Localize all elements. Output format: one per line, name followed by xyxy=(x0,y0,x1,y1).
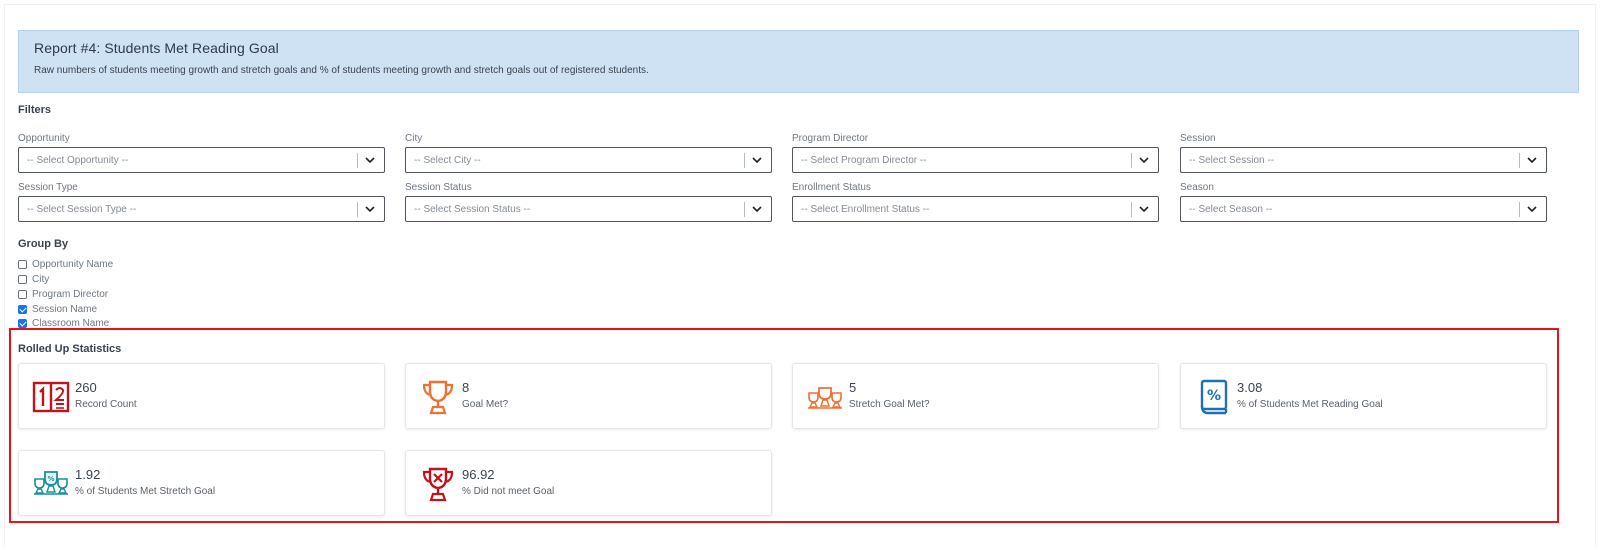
program-director-label: Program Director xyxy=(792,133,869,144)
stat-value: 96.92 xyxy=(462,467,495,482)
chevron-down-icon[interactable] xyxy=(751,202,763,216)
checkbox[interactable] xyxy=(18,259,27,269)
stat-card-did-not-meet-goal: 96.92 % Did not meet Goal xyxy=(405,450,772,516)
stat-label: % Did not meet Goal xyxy=(462,486,555,497)
select-separator xyxy=(744,153,745,168)
group-by-label: Opportunity Name xyxy=(32,258,114,270)
stat-card-record-count: 260 Record Count xyxy=(18,363,385,429)
season-placeholder: -- Select Season -- xyxy=(1189,204,1273,215)
chevron-down-icon[interactable] xyxy=(751,153,763,167)
checkbox-checked[interactable] xyxy=(18,304,27,314)
session-type-placeholder: -- Select Session Type -- xyxy=(27,204,137,215)
group-by-program-director[interactable]: Program Director xyxy=(18,287,108,301)
stat-label: % of Students Met Reading Goal xyxy=(1237,399,1383,410)
svg-text:%: % xyxy=(47,475,54,483)
stat-label: Record Count xyxy=(75,399,137,410)
session-status-select[interactable]: -- Select Session Status -- xyxy=(405,196,772,222)
group-by-label: City xyxy=(32,273,50,285)
chevron-down-icon[interactable] xyxy=(364,202,376,216)
stat-card-percent-stretch-goal: % 1.92 % of Students Met Stretch Goal xyxy=(18,450,385,516)
stat-card-percent-reading-goal: % 3.08 % of Students Met Reading Goal xyxy=(1180,363,1547,429)
session-select[interactable]: -- Select Session -- xyxy=(1180,147,1547,173)
group-by-heading: Group By xyxy=(18,238,69,250)
stat-label: Goal Met? xyxy=(462,399,509,410)
chevron-down-icon[interactable] xyxy=(364,153,376,167)
select-separator xyxy=(744,202,745,217)
city-label: City xyxy=(405,133,423,144)
percent-trophies-icon: % xyxy=(34,471,68,495)
select-separator xyxy=(357,202,358,217)
trophies-icon xyxy=(808,387,842,409)
group-by-opportunity-name[interactable]: Opportunity Name xyxy=(18,257,113,271)
stat-label: % of Students Met Stretch Goal xyxy=(75,486,216,497)
report-header: Report #4: Students Met Reading Goal Raw… xyxy=(18,30,1579,93)
stat-label: Stretch Goal Met? xyxy=(849,399,930,410)
select-separator xyxy=(357,153,358,168)
group-by-label: Program Director xyxy=(32,288,109,300)
group-by-label: Session Name xyxy=(32,303,98,315)
group-by-label: Classroom Name xyxy=(32,317,110,329)
filters-heading: Filters xyxy=(18,104,52,116)
program-director-placeholder: -- Select Program Director -- xyxy=(801,155,927,166)
number-icon xyxy=(32,381,70,413)
stat-card-stretch-goal-met: 5 Stretch Goal Met? xyxy=(792,363,1159,429)
stat-value: 1.92 xyxy=(75,467,101,482)
chevron-down-icon[interactable] xyxy=(1138,153,1150,167)
stat-value: 8 xyxy=(462,380,470,395)
trophy-icon xyxy=(422,380,454,415)
session-status-placeholder: -- Select Session Status -- xyxy=(414,204,531,215)
chevron-down-icon[interactable] xyxy=(1526,153,1538,167)
city-select[interactable]: -- Select City -- xyxy=(405,147,772,173)
session-label: Session xyxy=(1180,133,1216,144)
report-title: Report #4: Students Met Reading Goal xyxy=(34,40,279,56)
select-separator xyxy=(1131,153,1132,168)
stat-value: 260 xyxy=(75,380,97,395)
stat-value: 3.08 xyxy=(1237,380,1263,395)
enrollment-status-label: Enrollment Status xyxy=(792,182,871,193)
select-separator xyxy=(1131,202,1132,217)
checkbox[interactable] xyxy=(18,289,27,299)
program-director-select[interactable]: -- Select Program Director -- xyxy=(792,147,1159,173)
session-placeholder: -- Select Session -- xyxy=(1189,155,1275,166)
stat-card-goal-met: 8 Goal Met? xyxy=(405,363,772,429)
season-label: Season xyxy=(1180,182,1214,193)
svg-text:%: % xyxy=(1207,388,1221,404)
group-by-session-name[interactable]: Session Name xyxy=(18,302,97,316)
percent-book-icon: % xyxy=(1200,379,1228,415)
session-type-label: Session Type xyxy=(18,182,78,193)
select-separator xyxy=(1519,153,1520,168)
season-select[interactable]: -- Select Season -- xyxy=(1180,196,1547,222)
enrollment-status-placeholder: -- Select Enrollment Status -- xyxy=(801,204,930,215)
select-separator xyxy=(1519,202,1520,217)
opportunity-placeholder: -- Select Opportunity -- xyxy=(27,155,129,166)
chevron-down-icon[interactable] xyxy=(1138,202,1150,216)
stats-heading: Rolled Up Statistics xyxy=(18,343,122,355)
stat-value: 5 xyxy=(849,380,857,395)
checkbox[interactable] xyxy=(18,274,27,284)
enrollment-status-select[interactable]: -- Select Enrollment Status -- xyxy=(792,196,1159,222)
checkbox-checked[interactable] xyxy=(18,318,27,328)
session-status-label: Session Status xyxy=(405,182,472,193)
opportunity-select[interactable]: -- Select Opportunity -- xyxy=(18,147,385,173)
session-type-select[interactable]: -- Select Session Type -- xyxy=(18,196,385,222)
trophy-x-icon xyxy=(422,467,454,502)
report-description: Raw numbers of students meeting growth a… xyxy=(34,65,649,76)
chevron-down-icon[interactable] xyxy=(1526,202,1538,216)
opportunity-label: Opportunity xyxy=(18,133,70,144)
group-by-city[interactable]: City xyxy=(18,272,49,286)
city-placeholder: -- Select City -- xyxy=(414,155,481,166)
